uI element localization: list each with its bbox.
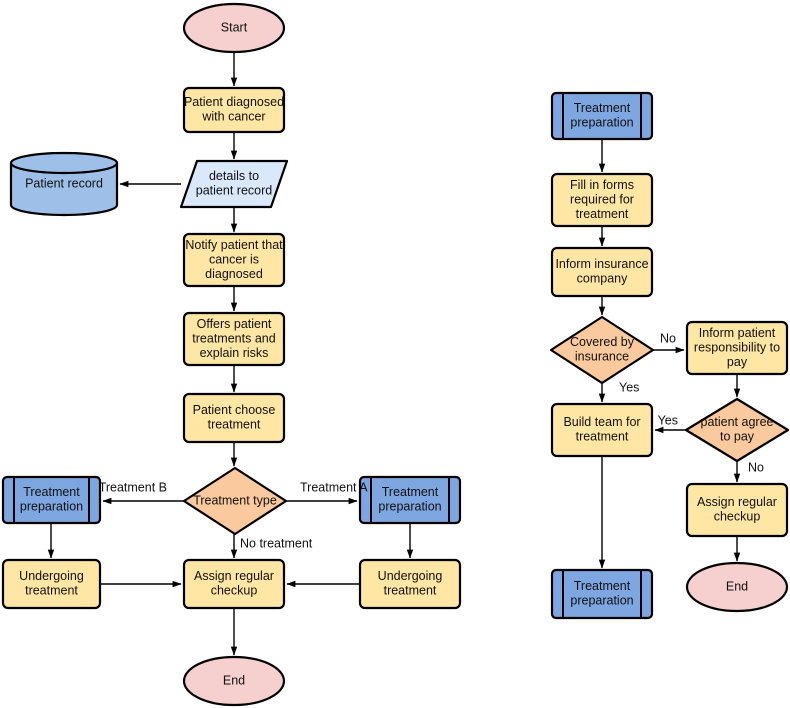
node-label: treatments and [192,331,275,345]
edge-label-lbl-agree-yes: Yes [658,413,678,427]
node-assign-checkup-right[interactable]: Assign regularcheckup [685,482,789,538]
node-label: preparation [20,500,83,514]
node-notify[interactable]: Notify patient thatcancer isdiagnosed [182,232,286,288]
node-prep-b[interactable]: Treatmentpreparation [1,475,102,525]
edge-label-lbl-covered-yes: Yes [619,380,639,394]
edge-label-lbl-no-treatment: No treatment [240,536,313,550]
node-label: pay [727,355,748,369]
node-prep-end[interactable]: Treatmentpreparation [550,568,654,620]
node-label: diagnosed [205,267,263,281]
flowchart-canvas: Start Patient diagnosed with cancer details… [0,0,790,708]
node-choose[interactable]: Patient choosetreatment [182,392,286,444]
node-label: Treatment [574,579,631,593]
node-label: preparation [570,116,633,130]
node-label: Treatment [574,101,631,115]
node-offers[interactable]: Offers patienttreatments andexplain risk… [182,311,286,367]
node-undergoing-a[interactable]: Undergoingtreatment [358,558,462,610]
node-label: Assign regular [194,569,274,583]
node-patient-record[interactable]: Patient record [9,151,119,217]
node-prep-start[interactable]: Treatmentpreparation [550,91,654,141]
node-label: treatment [384,584,437,598]
node-label: Treatment [382,485,439,499]
node-label: cancer is [209,252,259,266]
node-label: company [577,272,628,286]
node-label: End [223,673,245,687]
edge-label-lbl-covered-no: No [660,331,676,345]
node-label: Notify patient that [185,238,283,252]
node-label: with cancer [201,110,265,124]
node-label: treatment [25,584,78,598]
edge-label-lbl-treatment-a: Treatment A [300,480,368,494]
node-label: Patient record [25,176,103,190]
node-label: Patient choose [193,403,276,417]
node-build-team[interactable]: Build team fortreatment [550,402,654,458]
node-label: treatment [576,207,629,221]
node-layer: Start Patient diagnosedwith cancer details… [1,2,790,707]
node-fill-forms[interactable]: Fill in formsrequired fortreatment [550,172,654,228]
node-prep-a[interactable]: Treatmentpreparation [358,475,462,525]
node-label: explain risks [200,346,269,360]
node-label: treatment [576,430,629,444]
node-undergoing-b[interactable]: Undergoingtreatment [1,558,102,610]
node-label: Assign regular [697,495,777,509]
node-label: Undergoing [19,569,84,583]
node-inform-responsibility[interactable]: Inform patientresponsibility topay [685,320,789,376]
node-label: Treatment type [193,493,277,507]
edge-label-lbl-treatment-b: Treatment B [99,480,167,494]
node-end-right[interactable]: End [685,561,789,613]
node-label: insurance [575,350,629,364]
node-label: End [726,579,748,593]
node-label: Inform patient [699,326,776,340]
node-label: Patient diagnosed [184,95,284,109]
node-label: Inform insurance [555,257,648,271]
node-label: treatment [208,418,261,432]
node-label: Start [221,20,248,34]
node-label: details to [209,169,259,183]
node-label: preparation [378,500,441,514]
node-details-data[interactable]: details topatient record [179,159,289,209]
node-label: Offers patient [197,317,272,331]
node-label: to pay [720,430,755,444]
node-label: checkup [714,510,761,524]
node-label: patient agree [701,415,774,429]
node-inform-insurance[interactable]: Inform insurancecompany [550,246,654,298]
node-label: preparation [570,594,633,608]
node-end-left[interactable]: End [182,655,286,707]
node-label: Fill in forms [570,178,634,192]
node-label: checkup [211,584,258,598]
flowchart-diagram: Start Patient diagnosedwith cancer details… [1,2,790,707]
node-agree-to-pay[interactable]: patient agreeto pay [684,397,790,463]
node-label: Build team for [563,415,640,429]
node-covered[interactable]: Covered byinsurance [549,315,655,385]
node-assign-checkup-left[interactable]: Assign regularcheckup [182,558,286,610]
node-label: Undergoing [378,569,443,583]
node-label: required for [570,192,634,206]
node-label: responsibility to [694,340,780,354]
node-start[interactable]: Start [182,2,286,54]
node-label: Treatment [23,485,80,499]
node-treatment-type[interactable]: Treatment type [182,466,288,536]
node-label: patient record [196,184,272,198]
node-label: Covered by [570,335,635,349]
edge-label-lbl-agree-no: No [748,460,764,474]
node-diagnosed[interactable]: Patient diagnosedwith cancer [182,86,286,134]
